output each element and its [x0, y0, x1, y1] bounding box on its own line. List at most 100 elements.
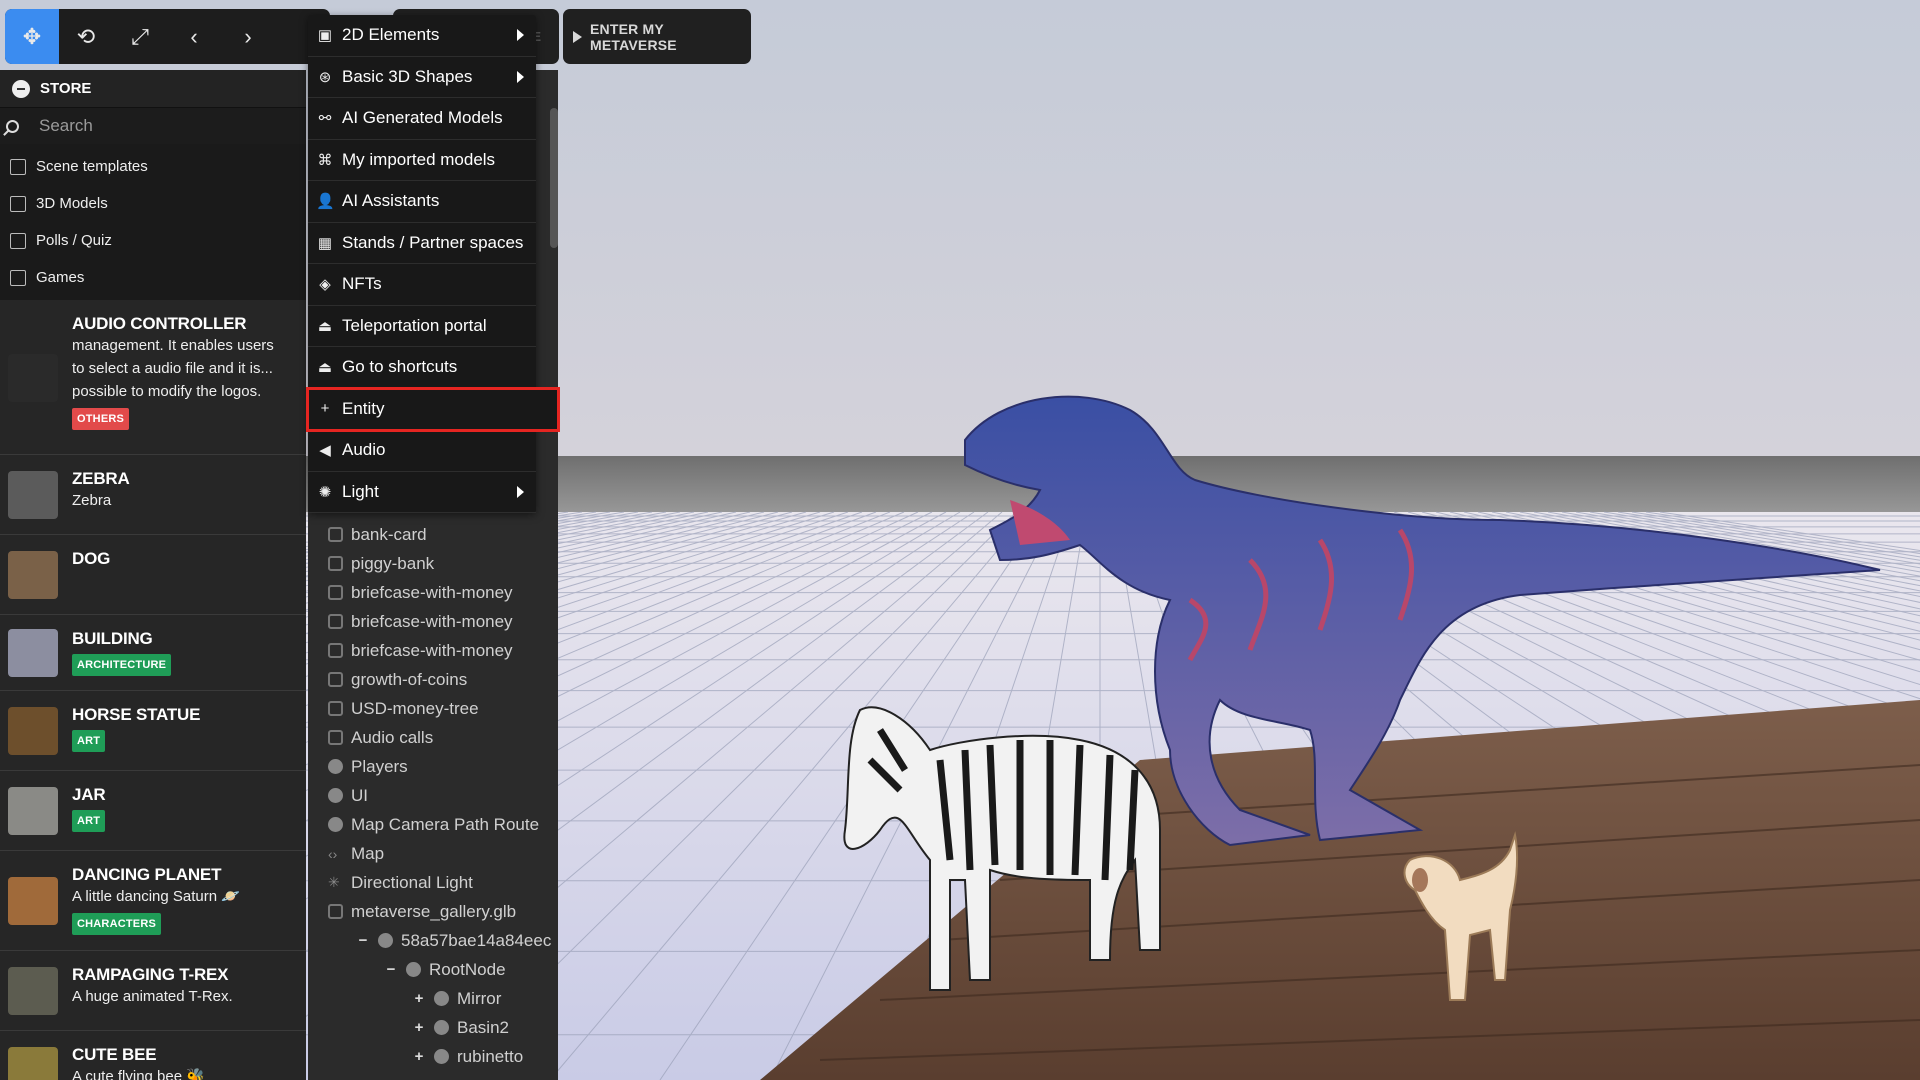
item-name: HORSE STATUE — [72, 705, 201, 724]
tree-node[interactable]: briefcase-with-money — [328, 607, 513, 636]
tree-node-label: RootNode — [429, 959, 506, 979]
menu-item-basic-3d-shapes[interactable]: ⊛ Basic 3D Shapes — [308, 57, 536, 98]
go-to-shortcuts-icon: ⏏ — [317, 359, 333, 377]
tree-node[interactable]: metaverse_gallery.glb — [328, 897, 516, 926]
checkbox[interactable] — [10, 195, 26, 212]
item-category-badge[interactable]: ART — [72, 730, 106, 752]
store-title: STORE — [40, 80, 92, 97]
item-thumbnail — [8, 471, 58, 519]
tree-node[interactable]: Audio calls — [328, 723, 433, 752]
menu-item-ai-generated-models[interactable]: ⚯ AI Generated Models — [308, 98, 536, 140]
tree-node-label: rubinetto — [457, 1046, 524, 1066]
checkbox[interactable] — [10, 269, 26, 286]
search-input[interactable]: Search — [39, 116, 93, 136]
menu-item-label: Entity — [342, 398, 385, 418]
item-category-badge[interactable]: ART — [72, 810, 106, 832]
collapse-icon[interactable]: − — [384, 961, 398, 978]
menu-item-entity[interactable]: + Entity — [306, 386, 560, 432]
tree-node-label: USD-money-tree — [351, 698, 479, 718]
menu-item-label: Audio — [342, 440, 386, 460]
menu-item-nfts[interactable]: ◈ NFTs — [308, 264, 536, 306]
menu-item-stands-partner-spaces[interactable]: ▦ Stands / Partner spaces — [308, 223, 536, 264]
tree-node[interactable]: + Basin2 — [412, 1013, 509, 1042]
item-name: AUDIO CONTROLLER — [72, 314, 247, 333]
store-header[interactable]: STORE — [0, 70, 306, 108]
ai-assistants-icon: 👤 — [316, 193, 335, 211]
tree-node-label: UI — [351, 785, 368, 805]
tree-node[interactable]: Players — [328, 752, 408, 781]
chevron-right-icon: › — [244, 23, 252, 49]
play-icon — [573, 30, 582, 43]
move-tool-button[interactable]: ✥ — [5, 9, 59, 64]
menu-item-audio[interactable]: ◀ Audio — [308, 430, 536, 472]
checkbox[interactable] — [10, 158, 26, 175]
menu-item-my-imported-models[interactable]: ⌘ My imported models — [308, 140, 536, 181]
store-item[interactable]: HORSE STATUE ART — [0, 691, 306, 771]
menu-item-label: Basic 3D Shapes — [342, 66, 473, 86]
tree-node[interactable]: − 58a57bae14a84eec — [356, 926, 552, 955]
item-description: to select a audio file and it is... — [72, 360, 273, 377]
store-item[interactable]: BUILDING ARCHITECTURE — [0, 615, 306, 691]
expand-icon[interactable]: + — [412, 1019, 426, 1036]
menu-item-label: AI Generated Models — [342, 108, 503, 128]
store-item[interactable]: RAMPAGING T-REX A huge animated T-Rex. — [0, 951, 306, 1031]
entity-icon: + — [320, 400, 330, 418]
filter-polls-quiz[interactable]: Polls / Quiz — [0, 222, 306, 259]
model-icon — [328, 672, 343, 687]
collapse-icon[interactable]: − — [356, 932, 370, 949]
store-item[interactable]: JAR ART — [0, 771, 306, 851]
item-thumbnail — [8, 877, 58, 925]
tree-node-label: growth-of-coins — [351, 669, 468, 689]
tree-node[interactable]: briefcase-with-money — [328, 636, 513, 665]
basic-3d-shapes-icon: ⊛ — [318, 68, 332, 86]
tree-node[interactable]: UI — [328, 781, 368, 810]
item-category-badge[interactable]: ARCHITECTURE — [72, 654, 172, 676]
checkbox[interactable] — [10, 232, 26, 249]
menu-item-2d-elements[interactable]: ▣ 2D Elements — [308, 15, 536, 57]
tree-node[interactable]: ✳ Directional Light — [328, 868, 473, 897]
tree-node-label: briefcase-with-money — [351, 640, 513, 660]
redo-button[interactable]: › — [221, 9, 275, 64]
menu-item-teleportation-portal[interactable]: ⏏ Teleportation portal — [308, 306, 536, 347]
hierarchy-scrollbar[interactable] — [550, 108, 558, 248]
store-items-list: AUDIO CONTROLLER management. It enables u… — [0, 300, 306, 1080]
store-item[interactable]: CUTE BEE A cute flying bee 🐝 — [0, 1031, 306, 1080]
rotate-tool-button[interactable]: ⟲ — [59, 9, 113, 64]
item-description: management. It enables users — [72, 337, 274, 354]
menu-item-light[interactable]: ✺ Light — [308, 472, 536, 513]
tree-node[interactable]: + Mirror — [412, 984, 502, 1013]
tree-node-label: bank-card — [351, 524, 427, 544]
filter-label: Games — [36, 269, 85, 286]
filter-games[interactable]: Games — [0, 259, 306, 296]
tree-node[interactable]: Map Camera Path Route — [328, 810, 539, 839]
tree-node[interactable]: piggy-bank — [328, 549, 434, 578]
item-category-badge[interactable]: OTHERS — [72, 408, 130, 430]
model-icon — [328, 556, 343, 571]
store-search[interactable]: Search — [0, 108, 306, 144]
store-item[interactable]: DOG — [0, 535, 306, 615]
tree-node[interactable]: briefcase-with-money — [328, 578, 513, 607]
filter-scene-templates[interactable]: Scene templates — [0, 148, 306, 185]
filter-3d-models[interactable]: 3D Models — [0, 185, 306, 222]
menu-item-label: Light — [342, 481, 379, 501]
undo-button[interactable]: ‹ — [167, 9, 221, 64]
tree-node[interactable]: growth-of-coins — [328, 665, 467, 694]
menu-item-go-to-shortcuts[interactable]: ⏏ Go to shortcuts — [308, 347, 536, 389]
item-category-badge[interactable]: CHARACTERS — [72, 913, 161, 935]
store-item[interactable]: ZEBRA Zebra — [0, 455, 306, 535]
tree-node-label: Audio calls — [351, 727, 434, 747]
tree-node[interactable]: ‹› Map — [328, 839, 384, 868]
tree-node[interactable]: USD-money-tree — [328, 694, 479, 723]
menu-item-ai-assistants[interactable]: 👤 AI Assistants — [308, 181, 536, 223]
expand-icon[interactable]: + — [412, 1048, 426, 1065]
enter-metaverse-button[interactable]: ENTER MY METAVERSE — [563, 9, 751, 64]
collapse-icon[interactable] — [12, 79, 30, 98]
tree-node[interactable]: − RootNode — [384, 955, 506, 984]
tree-node[interactable]: bank-card — [328, 520, 427, 549]
scale-tool-button[interactable]: ⤢ — [113, 9, 167, 64]
store-item[interactable]: AUDIO CONTROLLER management. It enables u… — [0, 300, 306, 455]
store-item[interactable]: DANCING PLANET A little dancing Saturn 🪐 C… — [0, 851, 306, 951]
menu-item-label: Teleportation portal — [342, 315, 487, 335]
expand-icon[interactable]: + — [412, 990, 426, 1007]
tree-node[interactable]: + rubinetto — [412, 1042, 524, 1071]
